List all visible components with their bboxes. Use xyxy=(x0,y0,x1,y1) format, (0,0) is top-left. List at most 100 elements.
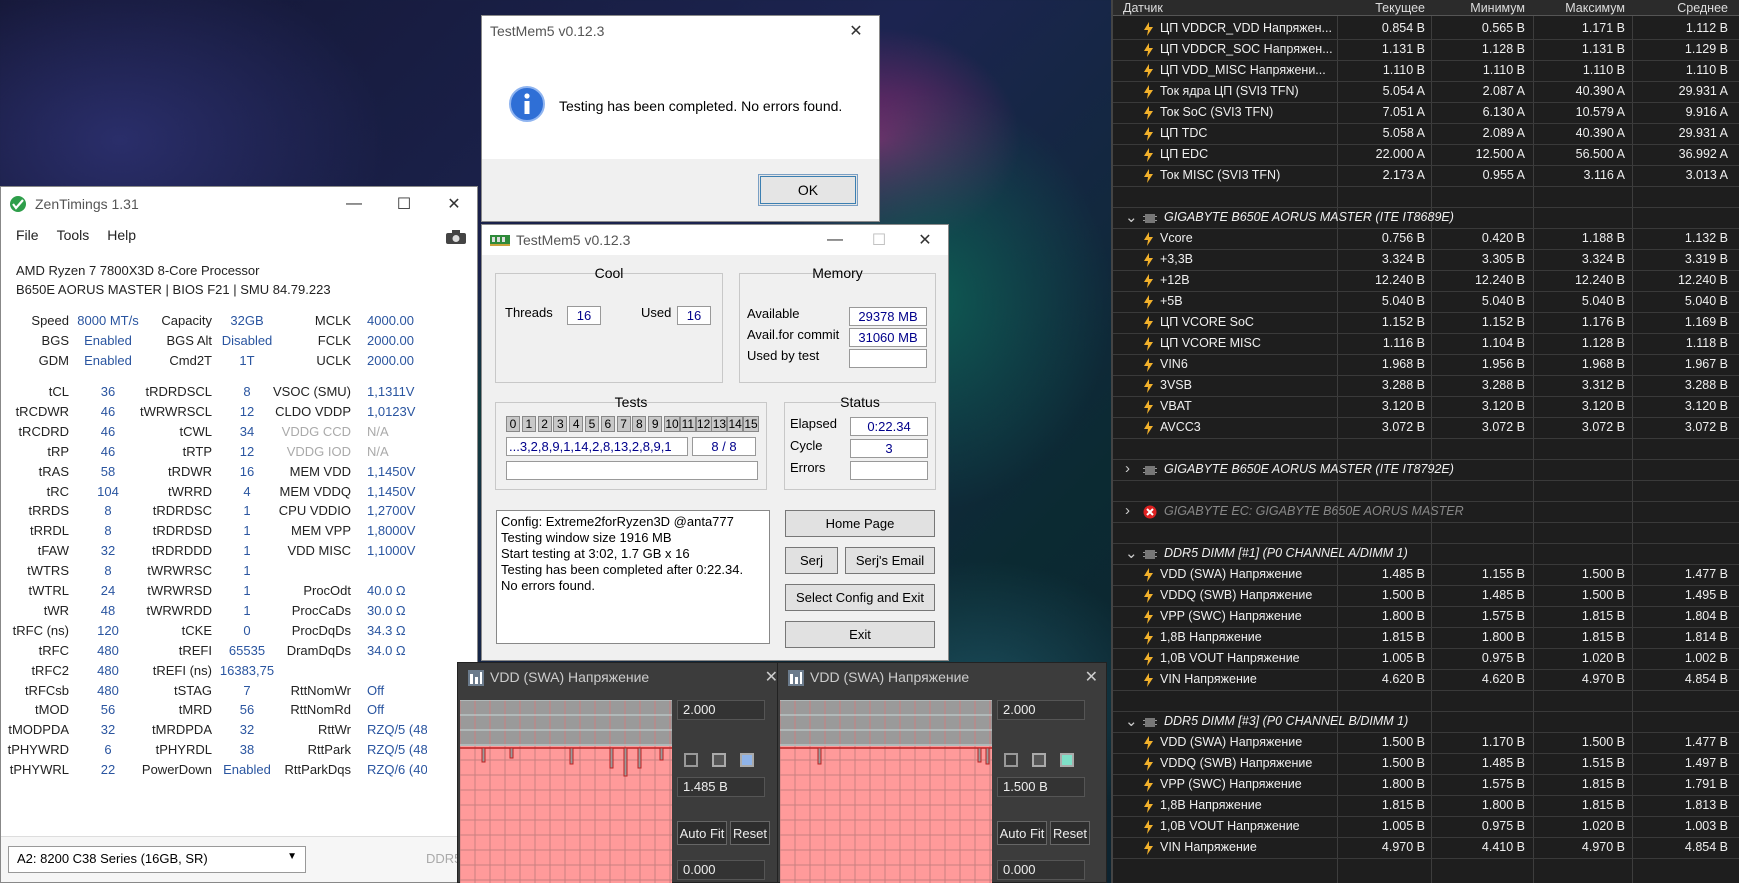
sensor-group-row[interactable]: › GIGABYTE EC: GIGABYTE B650E AORUS MASTE… xyxy=(1113,502,1739,523)
timing-label: MCLK xyxy=(314,313,351,328)
sensor-row[interactable]: ЦП VDDCR_VDD Напряжен... 0.854 В 0.565 В 1.… xyxy=(1113,19,1739,40)
col-min[interactable]: Минимум xyxy=(1431,1,1525,15)
sensor-row[interactable]: AVCC3 3.072 В 3.072 В 3.072 В 3.072 В xyxy=(1113,418,1739,439)
home-page-button[interactable]: Home Page xyxy=(785,510,935,537)
sensor-value: 40.390 A xyxy=(1575,126,1625,140)
chevron-down-icon[interactable]: ⌄ xyxy=(1125,544,1138,562)
camera-icon[interactable] xyxy=(445,229,467,245)
graph-min-field[interactable]: 0.000 xyxy=(997,860,1085,880)
sensor-row[interactable]: Ток ядра ЦП (SVI3 TFN) 5.054 A 2.087 A 40.3… xyxy=(1113,82,1739,103)
color-swatch-2[interactable] xyxy=(712,753,726,767)
chevron-down-icon[interactable]: ⌄ xyxy=(1125,208,1138,226)
chevron-right-icon[interactable]: › xyxy=(1125,502,1130,519)
sensor-row[interactable]: VIN6 1.968 В 1.956 В 1.968 В 1.967 В xyxy=(1113,355,1739,376)
sensor-row[interactable]: VDDQ (SWB) Напряжение 1.500 В 1.485 В 1.515… xyxy=(1113,754,1739,775)
minimize-icon[interactable]: — xyxy=(812,225,858,255)
sensor-name: 1,8В Напряжение xyxy=(1160,798,1262,812)
sensor-row[interactable]: VIN Напряжение 4.620 В 4.620 В 4.970 В 4.854… xyxy=(1113,670,1739,691)
sensor-value: 1.956 В xyxy=(1481,357,1525,371)
sensor-row[interactable]: 1,0В VOUT Напряжение 1.005 В 0.975 В 1.020 … xyxy=(1113,649,1739,670)
auto-fit-button[interactable]: Auto Fit xyxy=(997,821,1047,845)
maximize-icon[interactable]: ☐ xyxy=(381,189,427,219)
sensor-row[interactable]: Ток SoC (SVI3 TFN) 7.051 A 6.130 A 10.579 A… xyxy=(1113,103,1739,124)
close-icon[interactable]: ✕ xyxy=(1085,667,1098,687)
sensor-row[interactable]: +12В 12.240 В 12.240 В 12.240 В 12.240 В xyxy=(1113,271,1739,292)
sensor-row[interactable]: ЦП VCORE SoC 1.152 В 1.152 В 1.176 В 1.169 В xyxy=(1113,313,1739,334)
bolt-icon xyxy=(1144,253,1153,267)
timing-label: tREFI xyxy=(178,642,212,658)
exit-button[interactable]: Exit xyxy=(785,621,935,648)
graph-max-field[interactable]: 2.000 xyxy=(677,700,765,720)
ok-button[interactable]: OK xyxy=(758,174,858,206)
select-config-button[interactable]: Select Config and Exit xyxy=(785,584,935,611)
sensor-row[interactable]: VDD (SWA) Напряжение 1.485 В 1.155 В 1.500 … xyxy=(1113,565,1739,586)
sensor-value: 1.814 В xyxy=(1684,630,1728,644)
col-avg[interactable]: Среднее xyxy=(1632,1,1728,15)
color-swatch-2[interactable] xyxy=(1032,753,1046,767)
sensor-row[interactable]: +5В 5.040 В 5.040 В 5.040 В 5.040 В xyxy=(1113,292,1739,313)
graph-min-field[interactable]: 0.000 xyxy=(677,860,765,880)
sensor-group-row[interactable]: ⌄ DDR5 DIMM [#3] (P0 CHANNEL B/DIMM 1) xyxy=(1113,712,1739,733)
sensor-group-row[interactable]: › GIGABYTE B650E AORUS MASTER (ITE IT8792… xyxy=(1113,460,1739,481)
sensor-value: 9.916 A xyxy=(1685,105,1728,119)
timing-value: 1,0123V xyxy=(367,403,416,419)
sensor-value: 22.000 A xyxy=(1375,147,1425,161)
sensor-row[interactable]: +3,3В 3.324 В 3.305 В 3.324 В 3.319 В xyxy=(1113,250,1739,271)
sensor-value: 1.116 В xyxy=(1382,336,1425,350)
sensor-row[interactable]: 3VSB 3.288 В 3.288 В 3.312 В 3.288 В xyxy=(1113,376,1739,397)
blank-row xyxy=(1113,523,1739,544)
serj-button[interactable]: Serj xyxy=(785,547,838,574)
close-icon[interactable]: ✕ xyxy=(833,16,879,46)
close-icon[interactable]: ✕ xyxy=(765,667,778,687)
sensor-row[interactable]: ЦП VCORE MISC 1.116 В 1.104 В 1.128 В 1.118 … xyxy=(1113,334,1739,355)
sensor-row[interactable]: VBAT 3.120 В 3.120 В 3.120 В 3.120 В xyxy=(1113,397,1739,418)
sensor-row[interactable]: VPP (SWC) Напряжение 1.800 В 1.575 В 1.815 … xyxy=(1113,775,1739,796)
sensor-row[interactable]: VIN Напряжение 4.970 В 4.410 В 4.970 В 4.854… xyxy=(1113,838,1739,859)
sensor-row[interactable]: Ток MISC (SVI3 TFN) 2.173 A 0.955 A 3.116 A… xyxy=(1113,166,1739,187)
dimm-select[interactable]: A2: 8200 C38 Series (16GB, SR) ▼ xyxy=(8,846,306,873)
sensor-row[interactable]: 1,8В Напряжение 1.815 В 1.800 В 1.815 В 1.81… xyxy=(1113,796,1739,817)
reset-button[interactable]: Reset xyxy=(730,821,770,845)
close-icon[interactable]: ✕ xyxy=(431,189,477,219)
color-swatch-1[interactable] xyxy=(1004,753,1018,767)
sensor-row[interactable]: VDDQ (SWB) Напряжение 1.500 В 1.485 В 1.500… xyxy=(1113,586,1739,607)
col-max[interactable]: Максимум xyxy=(1533,1,1625,15)
dialog-titlebar: TestMem5 v0.12.3 xyxy=(482,16,879,46)
sensor-group-row[interactable]: ⌄ DDR5 DIMM [#1] (P0 CHANNEL A/DIMM 1) xyxy=(1113,544,1739,565)
color-swatch-1[interactable] xyxy=(684,753,698,767)
sensor-row[interactable]: 1,0В VOUT Напряжение 1.005 В 0.975 В 1.020 … xyxy=(1113,817,1739,838)
sensor-row[interactable]: ЦП VDD_MISC Напряжени... 1.110 В 1.110 В 1.… xyxy=(1113,61,1739,82)
menu-tools[interactable]: Tools xyxy=(57,227,90,243)
auto-fit-button[interactable]: Auto Fit xyxy=(677,821,727,845)
sensor-row[interactable]: 1,8В Напряжение 1.815 В 1.800 В 1.815 В 1.81… xyxy=(1113,628,1739,649)
sensor-row[interactable]: ЦП TDC 5.058 A 2.089 A 40.390 A 29.931 A xyxy=(1113,124,1739,145)
timing-value: Off xyxy=(367,702,385,718)
reset-button[interactable]: Reset xyxy=(1050,821,1090,845)
sensor-row[interactable]: ЦП EDC 22.000 A 12.500 A 56.500 A 36.992 A xyxy=(1113,145,1739,166)
bolt-icon xyxy=(1144,610,1153,624)
sensor-row[interactable]: VDD (SWA) Напряжение 1.500 В 1.170 В 1.500 … xyxy=(1113,733,1739,754)
bolt-icon xyxy=(1144,43,1153,57)
col-sensor[interactable]: Датчик xyxy=(1123,1,1163,15)
serj-email-button[interactable]: Serj's Email xyxy=(845,547,935,574)
timing-label: tWRWRSCL xyxy=(140,403,212,419)
close-icon[interactable]: ✕ xyxy=(902,225,948,255)
chevron-down-icon[interactable]: ⌄ xyxy=(1125,712,1138,730)
color-swatch-3[interactable] xyxy=(1060,753,1074,767)
timing-label: MEM VDD xyxy=(289,463,351,479)
zen-menubar: File Tools Help xyxy=(1,221,477,249)
timing-label: MEM VDDQ xyxy=(279,483,352,499)
color-swatch-3[interactable] xyxy=(740,753,754,767)
menu-file[interactable]: File xyxy=(16,227,39,243)
sensor-row[interactable]: VPP (SWC) Напряжение 1.800 В 1.575 В 1.815 … xyxy=(1113,607,1739,628)
sensor-row[interactable]: Vcore 0.756 В 0.420 В 1.188 В 1.132 В xyxy=(1113,229,1739,250)
menu-help[interactable]: Help xyxy=(107,227,136,243)
col-current[interactable]: Текущее xyxy=(1337,1,1425,15)
sensor-group-row[interactable]: ⌄ GIGABYTE B650E AORUS MASTER (ITE IT8689… xyxy=(1113,208,1739,229)
chevron-right-icon[interactable]: › xyxy=(1125,460,1130,477)
graph-max-field[interactable]: 2.000 xyxy=(997,700,1085,720)
bolt-icon xyxy=(1144,568,1153,582)
minimize-icon[interactable]: — xyxy=(331,189,377,219)
sensor-value: 3.288 В xyxy=(1381,378,1425,392)
sensor-row[interactable]: ЦП VDDCR_SOC Напряжен... 1.131 В 1.128 В 1.… xyxy=(1113,40,1739,61)
